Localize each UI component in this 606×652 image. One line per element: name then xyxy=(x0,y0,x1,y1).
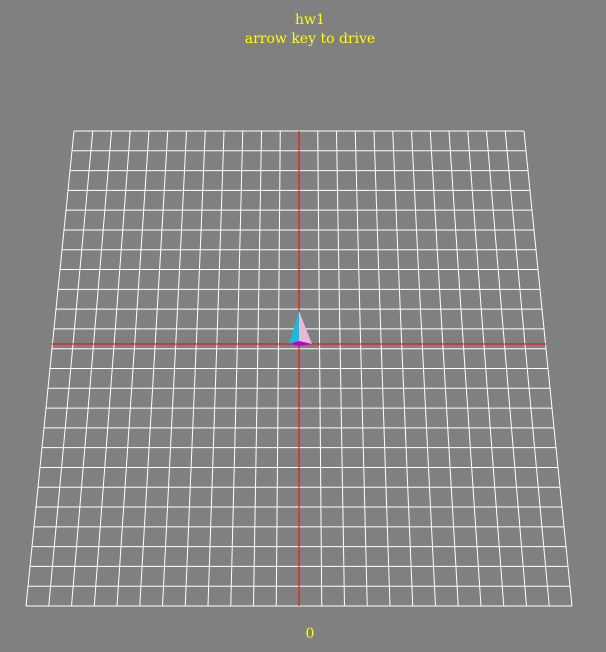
player-right-face xyxy=(299,311,312,344)
player-left-face xyxy=(289,311,299,344)
score-counter: 0 xyxy=(305,626,315,642)
game-canvas[interactable] xyxy=(0,0,606,652)
